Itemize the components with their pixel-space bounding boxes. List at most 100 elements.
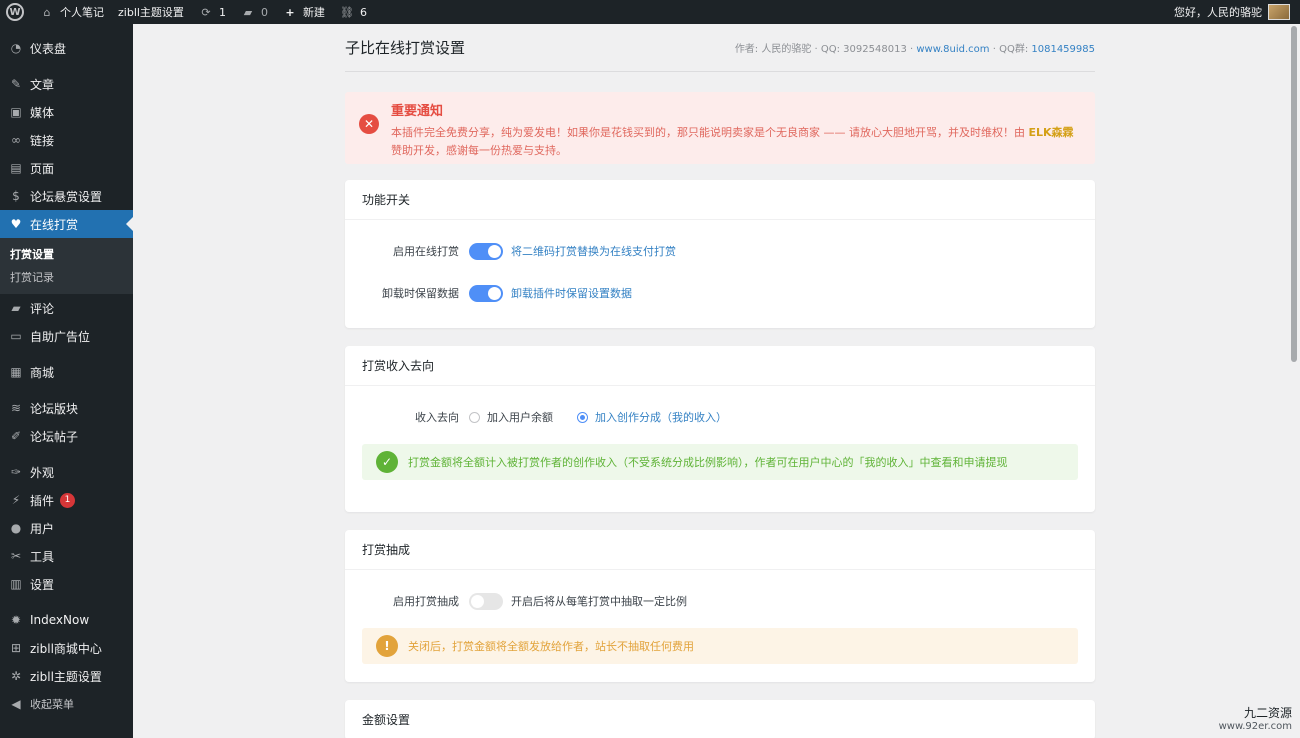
user-icon: ● <box>10 521 22 535</box>
account-menu[interactable]: 您好，人民的骆驼 <box>1174 4 1300 20</box>
page-header: 子比在线打赏设置 作者: 人民的骆驼 · QQ: 3092548013 · ww… <box>345 24 1095 72</box>
enable-reward-label: 启用在线打赏 <box>393 245 459 258</box>
radio-user-balance[interactable]: 加入用户余额 <box>469 409 553 425</box>
notice-text-part-2: 赞助开发，感谢每一份热爱与支持。 <box>391 144 567 157</box>
sidebar-item-online-reward[interactable]: ♥ 在线打赏 <box>0 210 133 238</box>
sidebar-item-media[interactable]: ▣ 媒体 <box>0 98 133 126</box>
sidebar-item-ads[interactable]: ▭ 自助广告位 <box>0 322 133 350</box>
sidebar-item-zibll-store[interactable]: ⊞ zibll商城中心 <box>0 634 133 662</box>
sidebar-item-forum-bounty[interactable]: $ 论坛悬赏设置 <box>0 182 133 210</box>
commission-toggle[interactable] <box>469 592 503 610</box>
sidebar-item-settings[interactable]: ▥ 设置 <box>0 570 133 598</box>
qq-group-link[interactable]: 1081459985 <box>1031 44 1095 55</box>
check-circle-icon: ✓ <box>376 451 398 473</box>
sidebar-item-comments[interactable]: ▰ 评论 <box>0 294 133 322</box>
sidebar-item-label: 自助广告位 <box>30 329 91 344</box>
site-link[interactable]: www.8uid.com <box>916 44 989 55</box>
updates-count: 1 <box>218 5 226 19</box>
sidebar-item-label: 论坛版块 <box>30 401 79 416</box>
sidebar-item-label: 页面 <box>30 161 55 176</box>
commission-row: 启用打赏抽成 开启后将从每笔打赏中抽取一定比例 <box>362 590 1078 612</box>
submenu-reward-records[interactable]: 打赏记录 <box>0 265 133 288</box>
enable-reward-row: 启用在线打赏 将二维码打赏替换为在线支付打赏 <box>362 240 1078 262</box>
close-circle-icon: ✕ <box>359 114 379 134</box>
sidebar-item-zibll-theme[interactable]: ✲ zibll主题设置 <box>0 662 133 690</box>
sidebar-item-plugins[interactable]: ⚡ 插件 1 <box>0 486 133 514</box>
alert-text: 关闭后，打赏金额将全额发放给作者，站长不抽取任何费用 <box>408 640 694 653</box>
radio-creator-income[interactable]: 加入创作分成（我的收入） <box>577 409 727 425</box>
updates-link[interactable]: ⟳ 1 <box>191 0 233 24</box>
plugin-update-badge: 1 <box>60 492 76 508</box>
site-name-link[interactable]: ⌂ 个人笔记 <box>32 0 111 24</box>
sidebar-item-label: zibll主题设置 <box>30 669 102 684</box>
sidebar-collapse-menu[interactable]: ◀ 收起菜单 <box>0 690 133 718</box>
card-title: 功能开关 <box>345 180 1095 220</box>
notice-text: 本插件完全免费分享，纯为爱发电！如果你是花钱买到的，那只能说明卖家是个无良商家 … <box>391 124 1081 160</box>
wordpress-logo-icon[interactable]: W <box>6 3 24 21</box>
sidebar-item-tools[interactable]: ✂ 工具 <box>0 542 133 570</box>
links-link[interactable]: ⛓ 6 <box>332 0 374 24</box>
keep-data-desc: 卸载插件时保留设置数据 <box>511 287 632 300</box>
pin-icon: ✎ <box>10 77 22 91</box>
income-success-alert: ✓ 打赏金额将全额计入被打赏作者的创作收入（不受系统分成比例影响），作者可在用户… <box>362 444 1078 480</box>
avatar <box>1268 4 1290 20</box>
site-name-label: 个人笔记 <box>60 6 104 19</box>
sidebar-item-label: 仪表盘 <box>30 41 67 56</box>
cart-icon: ⊞ <box>10 641 22 655</box>
dashboard-icon: ◔ <box>10 41 22 55</box>
watermark-url: www.92er.com <box>1218 721 1292 732</box>
sidebar-item-posts[interactable]: ✎ 文章 <box>0 70 133 98</box>
exclamation-circle-icon: ! <box>376 635 398 657</box>
comment-bubble-icon: ▰ <box>243 5 253 19</box>
radio-label: 加入用户余额 <box>487 411 553 424</box>
new-content-link[interactable]: + 新建 <box>275 0 332 24</box>
sidebar-item-label: 插件 <box>30 493 55 508</box>
author-info: 作者: 人民的骆驼 · QQ: 3092548013 · <box>734 44 914 55</box>
commission-desc: 开启后将从每笔打赏中抽取一定比例 <box>511 595 687 608</box>
radio-dot <box>469 411 480 423</box>
card-title: 金额设置 <box>345 700 1095 738</box>
comments-link[interactable]: ▰ 0 <box>233 0 275 24</box>
sidebar-item-label: 收起菜单 <box>30 698 74 711</box>
important-notice: ✕ 重要通知 本插件完全免费分享，纯为爱发电！如果你是花钱买到的，那只能说明卖家… <box>345 92 1095 164</box>
card-title: 打赏收入去向 <box>345 346 1095 386</box>
keep-data-row: 卸载时保留数据 卸载插件时保留设置数据 <box>362 282 1078 304</box>
media-icon: ▣ <box>10 105 22 119</box>
page-scrollbar[interactable] <box>1291 26 1297 362</box>
link-icon: ∞ <box>11 133 21 147</box>
admin-bar: W ⌂ 个人笔记 zibll主题设置 ⟳ 1 ▰ 0 + 新建 ⛓ 6 您好，人… <box>0 0 1300 24</box>
refresh-icon: ⟳ <box>201 5 211 19</box>
wrench-icon: ✂ <box>10 549 22 563</box>
chain-link-icon: ⛓ <box>339 5 354 19</box>
brush-icon: ✑ <box>10 465 22 479</box>
income-destination-card: 打赏收入去向 收入去向 加入用户余额 加入创作分成（我的收入） ✓ 打赏金额将全… <box>345 346 1095 512</box>
sidebar-item-links[interactable]: ∞ 链接 <box>0 126 133 154</box>
plugin-icon: ⚡ <box>11 493 21 507</box>
sidebar-item-forum-posts[interactable]: ✐ 论坛帖子 <box>0 422 133 450</box>
keep-data-label: 卸载时保留数据 <box>382 287 459 300</box>
qq-group-prefix: · QQ群: <box>992 44 1029 55</box>
cog-icon: ✲ <box>10 669 22 683</box>
sidebar-item-forum-boards[interactable]: ≋ 论坛版块 <box>0 394 133 422</box>
sidebar-item-pages[interactable]: ▤ 页面 <box>0 154 133 182</box>
post-icon: ✐ <box>10 429 22 443</box>
submenu-reward-settings[interactable]: 打赏设置 <box>0 242 133 265</box>
keep-data-toggle[interactable] <box>469 284 503 302</box>
commission-warning-alert: ! 关闭后，打赏金额将全额发放给作者，站长不抽取任何费用 <box>362 628 1078 664</box>
sidebar-item-dashboard[interactable]: ◔ 仪表盘 <box>0 34 133 62</box>
sidebar-item-indexnow[interactable]: ✹ IndexNow <box>0 606 133 634</box>
sidebar-item-users[interactable]: ● 用户 <box>0 514 133 542</box>
heart-icon: ♥ <box>10 217 22 231</box>
feature-toggle-card: 功能开关 启用在线打赏 将二维码打赏替换为在线支付打赏 卸载时保留数据 卸载插件… <box>345 180 1095 328</box>
sidebar-item-label: 文章 <box>30 77 55 92</box>
sidebar-item-label: IndexNow <box>30 613 90 627</box>
sidebar-item-label: 媒体 <box>30 105 55 120</box>
ad-icon: ▭ <box>10 329 22 343</box>
radio-label: 加入创作分成（我的收入） <box>595 411 727 424</box>
theme-settings-link[interactable]: zibll主题设置 <box>111 0 191 24</box>
sidebar-item-store[interactable]: ▦ 商城 <box>0 358 133 386</box>
sidebar-item-label: 链接 <box>30 133 55 148</box>
sidebar-item-appearance[interactable]: ✑ 外观 <box>0 458 133 486</box>
enable-reward-toggle[interactable] <box>469 242 503 260</box>
sidebar-item-label: 评论 <box>30 301 55 316</box>
